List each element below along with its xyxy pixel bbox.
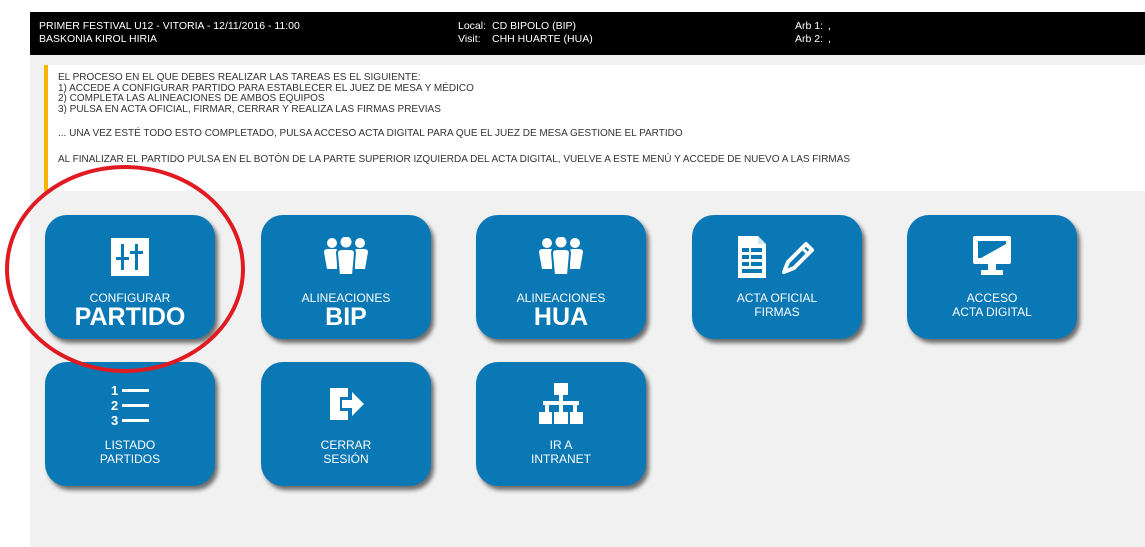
local-team: CD BIPOLO (BIP) [492, 20, 577, 32]
team-icon [261, 237, 431, 277]
tile-label: ACCESO [966, 291, 1018, 305]
tile-label: LISTADO [104, 438, 156, 452]
local-label: Local: [458, 20, 487, 32]
logout-icon [261, 384, 431, 424]
tile-label-2: FIRMAS [754, 305, 800, 319]
configurar-partido-button[interactable]: CONFIGURAR PARTIDO [45, 215, 215, 339]
instructions-notice: EL PROCESO EN EL QUE DEBES REALIZAR LAS … [44, 65, 1145, 191]
svg-text:3: 3 [111, 413, 118, 426]
tile-label: ACTA OFICIAL [736, 291, 818, 305]
match-info: PRIMER FESTIVAL U12 - VITORIA - 12/11/20… [39, 20, 300, 46]
arb2-value: , [828, 33, 831, 45]
numbered-list-icon: 1 2 3 [45, 383, 215, 426]
arb1-value: , [828, 20, 831, 32]
tile-label: IR A [549, 438, 573, 452]
alineaciones-bip-button[interactable]: ALINEACIONES BIP [261, 215, 431, 339]
ir-a-intranet-button[interactable]: IR A INTRANET [476, 362, 646, 486]
main-content: EL PROCESO EN EL QUE DEBES REALIZAR LAS … [30, 55, 1145, 547]
tile-label-2: ACTA DIGITAL [952, 305, 1032, 319]
tile-title: HUA [533, 303, 589, 331]
tile-label: CERRAR [320, 438, 372, 452]
team-icon [476, 237, 646, 277]
referees-info: Arb 1:, Arb 2:, [795, 20, 831, 46]
arb2-label: Arb 2: [795, 33, 824, 45]
club-name: BASKONIA KIROL HIRIA [39, 33, 158, 45]
document-pencil-icon [692, 236, 862, 278]
cerrar-sesion-button[interactable]: CERRAR SESIÓN [261, 362, 431, 486]
arb1-label: Arb 1: [795, 20, 824, 32]
tile-label-2: SESIÓN [323, 452, 369, 466]
alineaciones-hua-button[interactable]: ALINEACIONES HUA [476, 215, 646, 339]
tile-label-2: PARTIDOS [99, 452, 161, 466]
tile-title: BIP [325, 303, 367, 331]
notice-line-digital: ... UNA VEZ ESTÉ TODO ESTO COMPLETADO, P… [58, 128, 683, 140]
teams-info: Local: CD BIPOLO (BIP) Visit: CHH HUARTE (… [458, 20, 593, 46]
tile-label-2: INTRANET [531, 452, 591, 466]
notice-line-final: AL FINALIZAR EL PARTIDO PULSA EN EL BOTÓ… [58, 153, 851, 165]
monitor-icon [907, 236, 1077, 277]
tile-title: PARTIDO [74, 303, 186, 331]
sitemap-icon [476, 383, 646, 424]
svg-text:1: 1 [111, 383, 118, 398]
svg-text:2: 2 [111, 398, 118, 413]
match-header-bar: PRIMER FESTIVAL U12 - VITORIA - 12/11/20… [30, 12, 1145, 55]
acceso-acta-digital-button[interactable]: ACCESO ACTA DIGITAL [907, 215, 1077, 339]
notice-line: EL PROCESO EN EL QUE DEBES REALIZAR LAS … [58, 72, 421, 83]
match-title: PRIMER FESTIVAL U12 - VITORIA - 12/11/20… [39, 20, 300, 32]
listado-partidos-button[interactable]: 1 2 3 LISTADO PARTIDOS [45, 362, 215, 486]
visit-label: Visit: [458, 33, 481, 45]
acta-oficial-button[interactable]: ACTA OFICIAL FIRMAS [692, 215, 862, 339]
sliders-icon [45, 237, 215, 277]
visit-team: CHH HUARTE (HUA) [492, 33, 593, 45]
notice-line: 3) PULSA EN ACTA OFICIAL, FIRMAR, CERRAR… [58, 103, 441, 115]
